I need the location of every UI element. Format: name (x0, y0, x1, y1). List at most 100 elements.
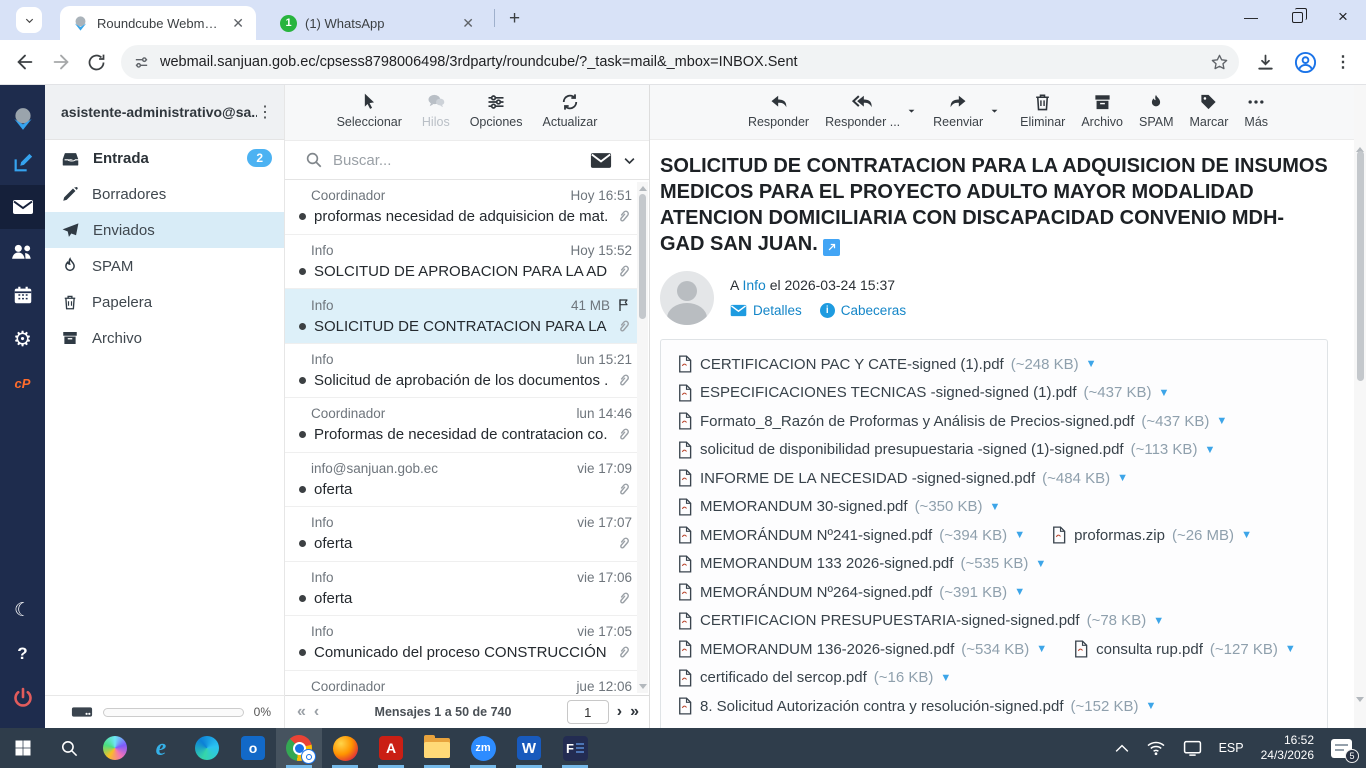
tune-icon[interactable] (133, 54, 150, 71)
attachment-item[interactable]: MEMORANDUM 133 2026-signed.pdf (~535 KB)… (677, 550, 1046, 579)
download-icon[interactable] (1255, 52, 1276, 73)
message-row[interactable]: Info vie 17:07 oferta (285, 507, 638, 562)
clock[interactable]: 16:52 24/3/2026 (1261, 733, 1314, 763)
select-button[interactable]: Seleccionar (337, 92, 402, 129)
taskbar-outlook-button[interactable]: o (230, 728, 276, 768)
tab-close-icon[interactable]: ✕ (460, 15, 476, 32)
attachment-item[interactable]: MEMORÁNDUM Nº264-signed.pdf (~391 KB) ▼ (677, 578, 1025, 607)
taskbar-edge-button[interactable] (184, 728, 230, 768)
attachment-menu-icon[interactable]: ▼ (1216, 415, 1227, 427)
attachment-item[interactable]: Formato_8_Razón de Proformas y Análisis … (677, 407, 1227, 436)
compose-button[interactable] (0, 141, 45, 185)
tab-close-icon[interactable]: ✕ (230, 15, 246, 32)
tab-search-button[interactable] (16, 7, 42, 33)
taskbar-ie-button[interactable]: e (138, 728, 184, 768)
restore-button[interactable] (1274, 0, 1320, 34)
next-page-icon[interactable]: › (617, 703, 622, 721)
reload-icon[interactable] (86, 52, 107, 73)
message-row[interactable]: Info 41 MB SOLICITUD DE CONTRATACION PAR… (285, 289, 638, 344)
menu-kebab-icon[interactable]: ⋮ (1335, 52, 1351, 72)
taskbar-word-button[interactable]: W (506, 728, 552, 768)
attachment-menu-icon[interactable]: ▼ (1086, 358, 1097, 370)
message-row[interactable]: Coordinador lun 14:46 Proformas de neces… (285, 398, 638, 453)
search-options-chevron-icon[interactable] (622, 153, 637, 168)
forward-button[interactable]: Reenviar (933, 92, 983, 129)
reply-all-button[interactable]: Responder ... (825, 92, 900, 129)
message-row[interactable]: Info vie 17:06 oferta (285, 562, 638, 617)
attachment-item[interactable]: CERTIFICACION PAC Y CATE-signed (1).pdf … (677, 350, 1097, 379)
attachment-item[interactable]: proformas.zip (~26 MB) ▼ (1051, 521, 1252, 550)
reply-button[interactable]: Responder (748, 92, 809, 129)
attachment-menu-icon[interactable]: ▼ (1146, 700, 1157, 712)
scroll-down-icon[interactable] (639, 684, 647, 689)
minimize-button[interactable]: — (1228, 0, 1274, 34)
attachment-menu-icon[interactable]: ▼ (1241, 529, 1252, 541)
attachment-item[interactable]: certificado del sercop.pdf (~16 KB) ▼ (677, 664, 951, 693)
message-row[interactable]: Coordinador jue 12:06 (285, 671, 638, 696)
attachment-item[interactable]: 8. Solicitud Autorización contra y resol… (677, 692, 1156, 721)
message-row[interactable]: Info lun 15:21 Solicitud de aprobación d… (285, 344, 638, 399)
sidebar-item-spam[interactable]: SPAM (45, 248, 284, 284)
attachment-menu-icon[interactable]: ▼ (1014, 586, 1025, 598)
taskbar-acrobat-button[interactable]: A (368, 728, 414, 768)
taskbar-chrome-button[interactable] (276, 728, 322, 768)
rail-calendar-button[interactable] (0, 273, 45, 317)
attachment-menu-icon[interactable]: ▼ (990, 501, 1001, 513)
forward-icon[interactable] (50, 51, 72, 73)
threads-button[interactable]: Hilos (422, 92, 450, 129)
notification-center-icon[interactable]: 5 (1331, 739, 1352, 758)
bookmark-star-icon[interactable] (1210, 53, 1229, 72)
open-in-new-window-icon[interactable] (823, 239, 840, 256)
message-row[interactable]: Coordinador Hoy 16:51 proformas necesida… (285, 180, 638, 235)
mark-button[interactable]: Marcar (1190, 92, 1229, 129)
wireless-display-icon[interactable] (1183, 740, 1202, 756)
options-button[interactable]: Opciones (470, 92, 523, 129)
tab-whatsapp[interactable]: 1 (1) WhatsApp ✕ (268, 6, 486, 40)
rail-settings-button[interactable]: ⚙ (0, 317, 45, 361)
attachment-item[interactable]: solicitud de disponibilidad presupuestar… (677, 436, 1215, 465)
list-scroll-thumb[interactable] (639, 194, 646, 319)
attachment-menu-icon[interactable]: ▼ (1153, 615, 1164, 627)
attachment-item[interactable]: ESPECIFICACIONES TECNICAS -signed-signed… (677, 379, 1169, 408)
language-indicator[interactable]: ESP (1219, 741, 1244, 755)
new-tab-button[interactable]: + (509, 8, 520, 30)
dark-mode-toggle[interactable]: ☾ (0, 588, 45, 632)
taskbar-firefox-button[interactable] (322, 728, 368, 768)
reader-scroll-thumb[interactable] (1357, 151, 1364, 381)
back-icon[interactable] (14, 51, 36, 73)
attachment-menu-icon[interactable]: ▼ (1014, 529, 1025, 541)
attachment-item[interactable]: CERTIFICACION PRESUPUESTARIA-signed-sign… (677, 607, 1164, 636)
attachment-menu-icon[interactable]: ▼ (940, 672, 951, 684)
help-button[interactable]: ? (0, 632, 45, 676)
taskbar-search-button[interactable] (46, 728, 92, 768)
attachment-menu-icon[interactable]: ▼ (1117, 472, 1128, 484)
profile-icon[interactable] (1294, 51, 1317, 74)
scroll-up-icon[interactable] (639, 186, 647, 191)
more-button[interactable]: Más (1244, 92, 1268, 129)
cpanel-icon[interactable]: cP (0, 361, 45, 405)
list-scrollbar[interactable] (637, 182, 648, 693)
first-page-icon[interactable]: « (297, 703, 306, 721)
sidebar-item-archivo[interactable]: Archivo (45, 320, 284, 356)
account-menu-icon[interactable]: ⋮ (257, 102, 274, 122)
logout-button[interactable] (0, 676, 45, 720)
page-number-input[interactable]: 1 (567, 700, 609, 724)
attachment-menu-icon[interactable]: ▼ (1035, 558, 1046, 570)
flag-icon[interactable] (616, 297, 632, 313)
tab-roundcube[interactable]: Roundcube Webmail :: Enviados ✕ (60, 6, 256, 40)
reply-all-dropdown-icon[interactable] (906, 106, 917, 116)
rail-contacts-button[interactable] (0, 229, 45, 273)
archive-button[interactable]: Archivo (1081, 92, 1123, 129)
reader-scrollbar[interactable] (1354, 85, 1366, 728)
recipient-link[interactable]: Info (742, 277, 765, 293)
sidebar-item-enviados[interactable]: Enviados (45, 212, 284, 248)
last-page-icon[interactable]: » (630, 703, 639, 721)
search-scope-mail-icon[interactable] (590, 152, 612, 169)
message-row[interactable]: info@sanjuan.gob.ec vie 17:09 oferta (285, 453, 638, 508)
close-button[interactable]: × (1320, 0, 1366, 34)
details-toggle[interactable]: Detalles (730, 303, 802, 318)
sidebar-item-papelera[interactable]: Papelera (45, 284, 284, 320)
forward-dropdown-icon[interactable] (989, 106, 1000, 116)
taskbar-copilot-button[interactable] (92, 728, 138, 768)
start-button[interactable] (0, 728, 46, 768)
